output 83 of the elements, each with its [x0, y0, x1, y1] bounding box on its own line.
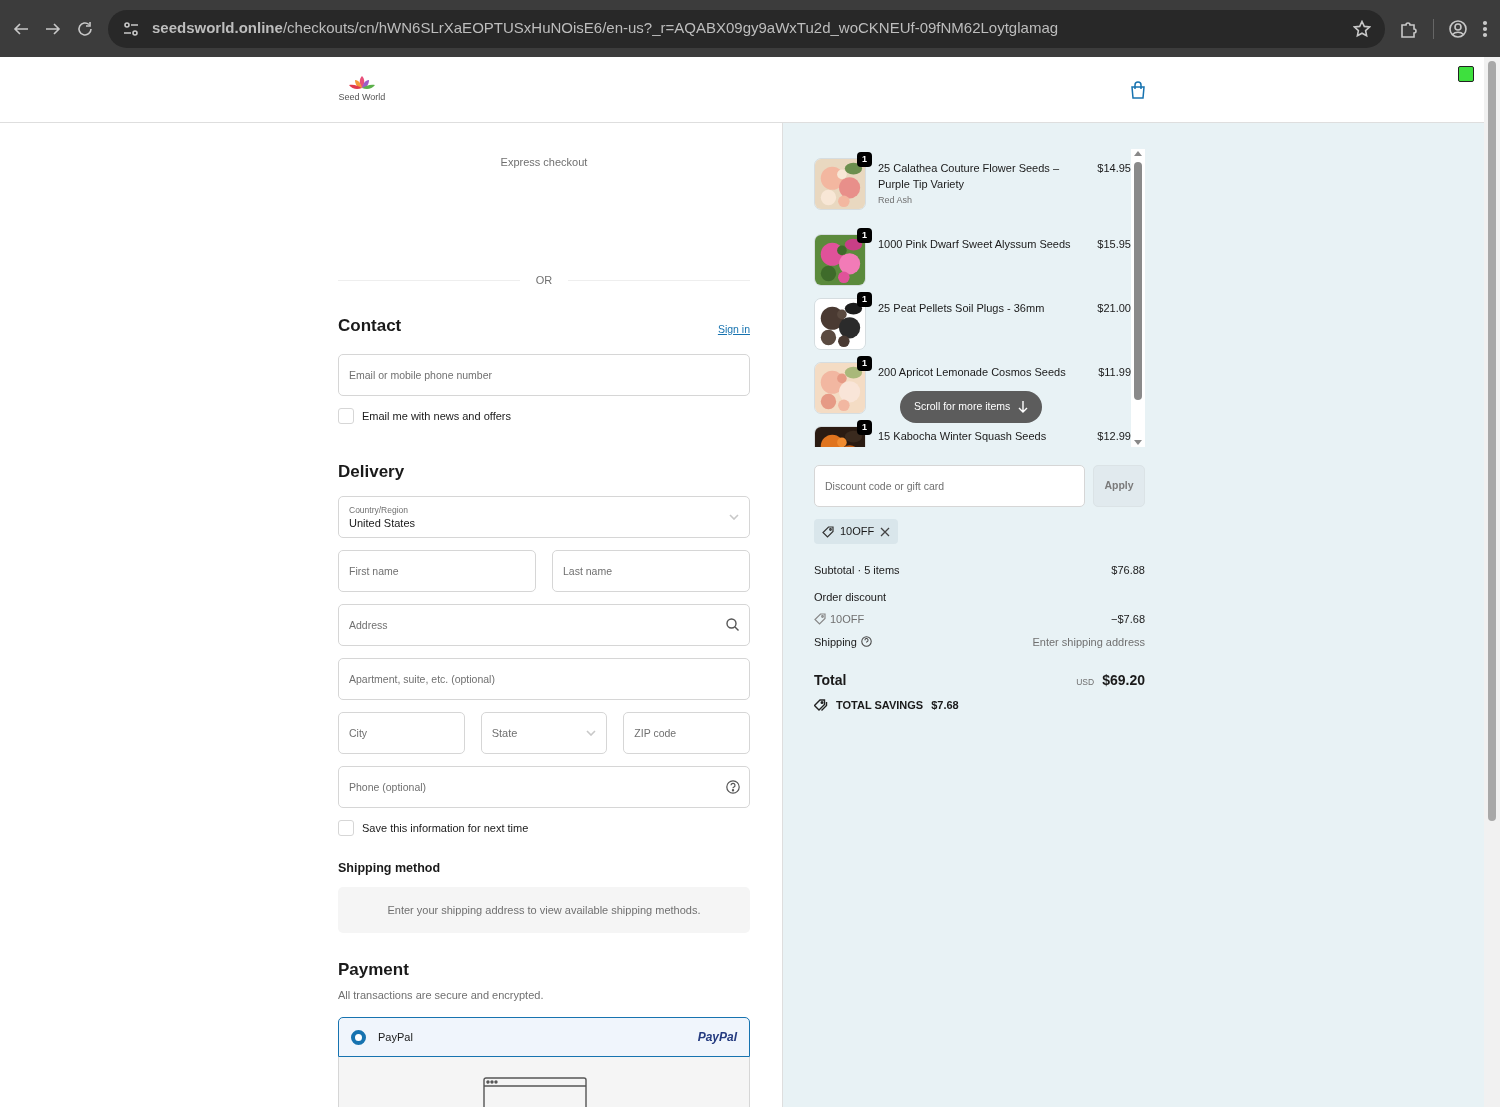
- menu-icon[interactable]: [1482, 19, 1488, 38]
- radio-button[interactable]: [351, 1029, 366, 1045]
- divider-text: OR: [535, 273, 553, 288]
- checkbox[interactable]: [338, 408, 354, 425]
- site-info-icon[interactable]: [122, 19, 140, 38]
- total-label: Total: [814, 671, 847, 690]
- chevron-down-icon: [729, 514, 739, 520]
- address-field[interactable]: Address: [338, 604, 750, 646]
- discount-field[interactable]: Discount code or gift card: [814, 465, 1085, 507]
- page-scrollbar[interactable]: [1484, 57, 1500, 1107]
- savings-value: $7.68: [931, 698, 959, 713]
- tag-icon: [822, 525, 834, 538]
- discount-code: 10OFF: [840, 524, 875, 540]
- quantity-badge: 1: [857, 152, 872, 167]
- arrow-down-icon: [1018, 401, 1029, 413]
- product-name: 200 Apricot Lemonade Cosmos Seeds: [878, 365, 1067, 380]
- scroll-hint-button[interactable]: Scroll for more items: [900, 391, 1043, 423]
- section-heading: Payment: [338, 960, 409, 980]
- product-name: 15 Kabocha Winter Squash Seeds: [878, 429, 1048, 444]
- payment-label: PayPal: [378, 1030, 413, 1045]
- quantity-badge: 1: [857, 228, 872, 243]
- text-field[interactable]: City: [338, 712, 465, 754]
- chevron-down-icon: [586, 730, 597, 736]
- quantity-badge: 1: [857, 356, 872, 371]
- product-name: 25 Calathea Couture Flower Seeds – Purple Tip Variety: [878, 161, 1060, 192]
- url-text: seedsworld.online/checkouts/cn/hWN6SLrXaEOPTUSxHuNOisE6/en-us?_r=AQABX09gy9aWxTu2d_woCKNEUf-09fNM62Loytglamag: [152, 18, 1059, 39]
- text-field[interactable]: ZIP code: [623, 712, 750, 754]
- address-bar[interactable]: seedsworld.online/checkouts/cn/hWN6SLrXaEOPTUSxHuNOisE6/en-us?_r=AQABX09gy9aWxTu2d_woCKNEUf-09fNM62Loytglamag: [108, 9, 1385, 48]
- sign-in-link[interactable]: Sign in: [717, 322, 750, 338]
- checkbox-label: Email me with news and offers: [362, 409, 511, 424]
- checkbox-label: Save this information for next time: [362, 821, 529, 836]
- shipping-label: Shipping: [814, 634, 857, 650]
- tag-icon: [814, 613, 826, 626]
- discount-value: −$7.68: [1111, 612, 1145, 627]
- payment-option[interactable]: PayPal PayPal: [338, 1017, 750, 1058]
- discount-code: 10OFF: [830, 612, 865, 627]
- product-variant: Red Ash: [878, 194, 914, 207]
- text-field[interactable]: Last name: [552, 550, 750, 592]
- scroll-down-icon[interactable]: [1134, 440, 1142, 445]
- quantity-badge: 1: [857, 292, 872, 307]
- section-heading: Delivery: [338, 461, 405, 481]
- discount-label: Order discount: [814, 589, 887, 605]
- subtotal-label: Subtotal · 5 items: [814, 563, 900, 578]
- country-select[interactable]: Country/Region United States: [338, 496, 750, 538]
- text-field[interactable]: Apartment, suite, etc. (optional): [338, 658, 750, 700]
- help-icon[interactable]: [860, 636, 872, 648]
- status-square: [1458, 66, 1474, 82]
- shipping-value: Enter shipping address: [1032, 634, 1145, 650]
- product-price: $14.95: [1097, 162, 1131, 174]
- quantity-badge: 1: [857, 420, 872, 435]
- product-price: $21.00: [1097, 302, 1131, 314]
- scroll-up-icon[interactable]: [1134, 151, 1142, 156]
- search-icon: [726, 618, 739, 631]
- text-field[interactable]: First name: [338, 550, 536, 592]
- subtotal-value: $76.88: [1111, 563, 1145, 578]
- payment-subtitle: All transactions are secure and encrypted.: [338, 988, 544, 1001]
- currency-code: USD: [1076, 676, 1095, 689]
- email-field[interactable]: Email or mobile phone number: [338, 354, 750, 396]
- product-price: $12.99: [1097, 430, 1131, 442]
- state-select[interactable]: State: [480, 712, 608, 754]
- total-value: $69.20: [1102, 671, 1145, 690]
- profile-icon[interactable]: [1448, 18, 1468, 39]
- product-price: $11.99: [1098, 366, 1131, 378]
- remove-icon[interactable]: [880, 526, 891, 537]
- help-icon[interactable]: [726, 780, 740, 794]
- section-heading: Shipping method: [338, 860, 441, 875]
- section-heading: Contact: [338, 314, 402, 337]
- checkbox[interactable]: [338, 820, 354, 837]
- reload-icon[interactable]: [76, 19, 94, 38]
- paypal-logo: PayPal: [697, 1029, 737, 1047]
- express-checkout-label: Express checkout: [500, 156, 588, 168]
- bookmark-star-icon[interactable]: [1353, 19, 1371, 38]
- logo-text[interactable]: Seed World: [338, 90, 386, 105]
- tags-icon: [814, 699, 828, 712]
- product-name: 1000 Pink Dwarf Sweet Alyssum Seeds: [878, 237, 1071, 252]
- product-price: $15.95: [1097, 238, 1131, 250]
- scrollbar[interactable]: [1131, 149, 1145, 447]
- savings-label: TOTAL SAVINGS: [836, 698, 924, 713]
- shopping-bag-icon[interactable]: [1129, 80, 1146, 99]
- phone-field[interactable]: Phone (optional): [338, 766, 750, 808]
- shipping-notice: Enter your shipping address to view available shipping methods.: [387, 903, 701, 918]
- product-name: 25 Peat Pellets Soil Plugs - 36mm: [878, 301, 1046, 316]
- apply-button[interactable]: Apply: [1093, 465, 1145, 507]
